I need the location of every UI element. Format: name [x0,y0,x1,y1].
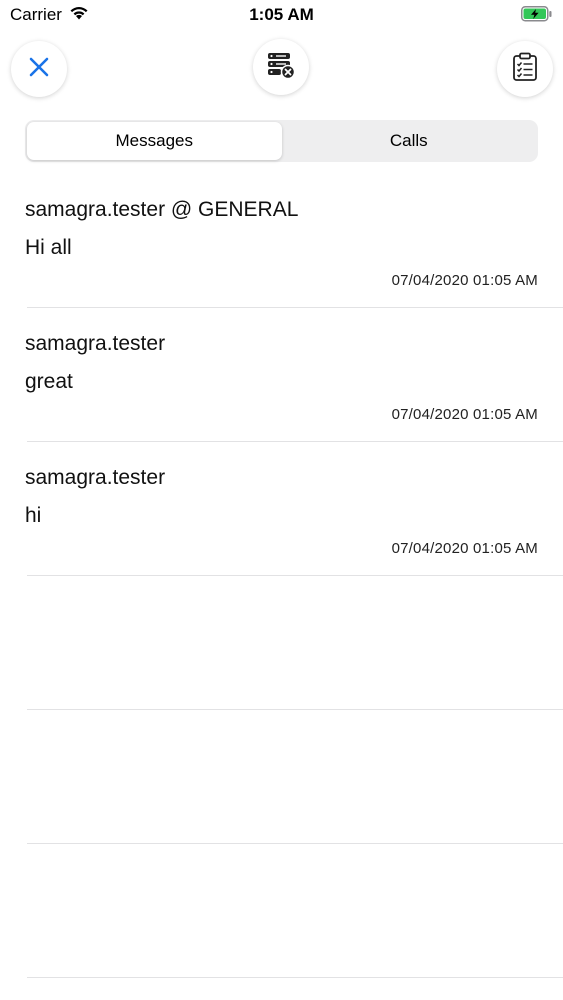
message-sender: samagra.tester [25,332,166,355]
list-item[interactable]: samagra.tester hi 07/04/2020 01:05 AM [0,442,563,576]
empty-row [0,710,563,844]
clipboard-checklist-icon [512,52,538,87]
server-remove-icon [266,50,296,85]
empty-row [0,576,563,710]
clipboard-button[interactable] [497,41,553,97]
tab-calls[interactable]: Calls [282,122,537,160]
tab-messages[interactable]: Messages [27,122,282,160]
message-text: great [25,370,73,393]
status-time: 1:05 AM [249,5,314,24]
row-divider [27,977,563,978]
close-icon [28,56,50,83]
message-sender: samagra.tester @ GENERAL [25,198,299,221]
message-sender: samagra.tester [25,466,166,489]
segmented-control: Messages Calls [25,120,538,162]
list-item[interactable]: samagra.tester @ GENERAL Hi all 07/04/20… [0,174,563,308]
list-item[interactable]: samagra.tester great 07/04/2020 01:05 AM [0,308,563,442]
close-button[interactable] [11,41,67,97]
server-remove-button[interactable] [253,39,309,95]
status-bar: Carrier 1:05 AM [0,0,563,30]
message-text: Hi all [25,236,72,259]
screen: Carrier 1:05 AM Messages Calls samagra.t… [0,0,563,1000]
message-timestamp: 07/04/2020 01:05 AM [391,540,538,557]
battery-charging-icon [521,6,553,27]
message-list: samagra.tester @ GENERAL Hi all 07/04/20… [0,174,563,978]
message-text: hi [25,504,42,527]
message-timestamp: 07/04/2020 01:05 AM [391,406,538,423]
empty-row [0,844,563,978]
message-timestamp: 07/04/2020 01:05 AM [391,272,538,289]
